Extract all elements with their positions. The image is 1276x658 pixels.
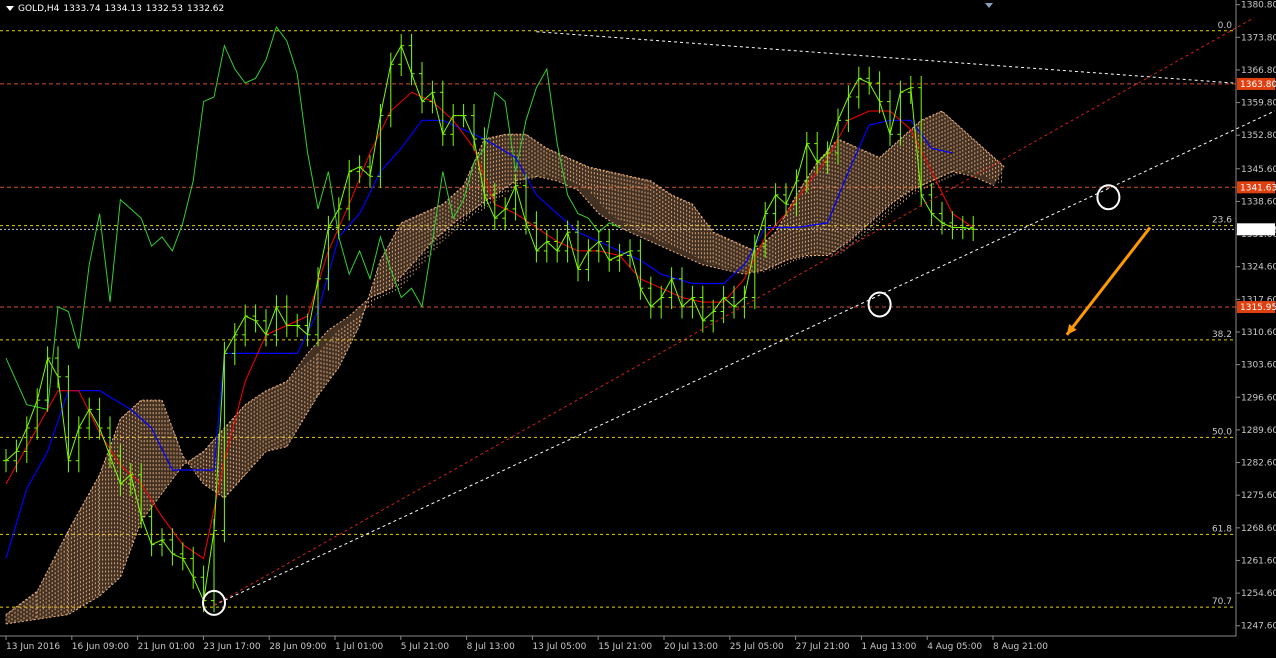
- plot-area: [0, 0, 1236, 636]
- fib-level-label: 0.0: [1218, 21, 1233, 31]
- y-tick-label: 1261.60: [1241, 556, 1276, 566]
- y-tick-label: 1338.60: [1241, 197, 1276, 207]
- y-tick-label: 1352.80: [1241, 131, 1276, 141]
- fib-level-label: 38.2: [1212, 330, 1232, 340]
- x-tick-label: 15 Jul 21:00: [598, 642, 652, 652]
- chart-header: GOLD,H4 1333.74 1334.13 1332.53 1332.62: [6, 4, 228, 14]
- x-tick-label: 1 Jul 01:00: [335, 642, 384, 652]
- y-tick-label: 1296.60: [1241, 393, 1276, 403]
- price-tag-label: 1341.63: [1240, 183, 1276, 193]
- fib-level-label: 61.8: [1212, 524, 1232, 534]
- x-tick-label: 13 Jul 05:00: [532, 642, 586, 652]
- x-tick-label: 23 Jun 17:00: [203, 642, 260, 652]
- fib-level-label: 50.0: [1212, 427, 1232, 437]
- y-tick-label: 1268.60: [1241, 524, 1276, 534]
- y-tick-label: 1380.80: [1241, 1, 1276, 11]
- ohlc-low: 1332.53: [145, 4, 184, 14]
- y-tick-label: 1254.60: [1241, 589, 1276, 599]
- y-tick-label: 1282.60: [1241, 459, 1276, 469]
- x-tick-label: 20 Jul 13:00: [664, 642, 718, 652]
- x-tick-label: 13 Jun 2016: [6, 642, 60, 652]
- x-tick-label: 1 Aug 13:00: [861, 642, 916, 652]
- x-tick-label: 21 Jun 01:00: [138, 642, 195, 652]
- ohlc-close: 1332.62: [187, 4, 225, 14]
- y-tick-label: 1366.80: [1241, 66, 1276, 76]
- y-tick-label: 1275.60: [1241, 491, 1276, 501]
- dropdown-triangle-icon[interactable]: [6, 6, 14, 11]
- y-tick-label: 1373.80: [1241, 33, 1276, 43]
- y-tick-label: 1303.60: [1241, 361, 1276, 371]
- y-tick-label: 1345.60: [1241, 165, 1276, 175]
- price-tag-label: 1315.95: [1240, 303, 1276, 313]
- x-tick-label: 16 Jun 09:00: [72, 642, 129, 652]
- x-tick-label: 27 Jul 21:00: [796, 642, 850, 652]
- x-tick-label: 28 Jun 09:00: [269, 642, 326, 652]
- y-tick-label: 1324.60: [1241, 263, 1276, 273]
- x-tick-label: 8 Aug 21:00: [993, 642, 1048, 652]
- x-tick-label: 5 Jul 21:00: [401, 642, 450, 652]
- ohlc-open: 1333.74: [63, 4, 101, 14]
- x-tick-label: 25 Jul 05:00: [730, 642, 784, 652]
- chart-root[interactable]: 0.0 23.6 38.2 50.0 61.8 70.7 1380.80 1373.80 13…: [0, 0, 1276, 658]
- x-tick-label: 8 Jul 13:00: [467, 642, 516, 652]
- fib-level-label: 70.7: [1212, 597, 1232, 607]
- y-tick-label: 1359.80: [1241, 99, 1276, 109]
- x-tick-label: 4 Aug 05:00: [927, 642, 982, 652]
- ohlc-high: 1334.13: [104, 4, 142, 14]
- fib-level-label: 23.6: [1212, 216, 1232, 226]
- y-tick-label: 1310.60: [1241, 328, 1276, 338]
- price-tag-label: 1363.80: [1240, 80, 1276, 90]
- symbol-label: GOLD,H4: [18, 4, 60, 14]
- current-price-label: 1332.62: [1240, 225, 1276, 235]
- chart-canvas[interactable]: 0.0 23.6 38.2 50.0 61.8 70.7 1380.80 1373.80 13…: [0, 0, 1276, 658]
- y-tick-label: 1247.60: [1241, 622, 1276, 632]
- y-tick-label: 1289.60: [1241, 426, 1276, 436]
